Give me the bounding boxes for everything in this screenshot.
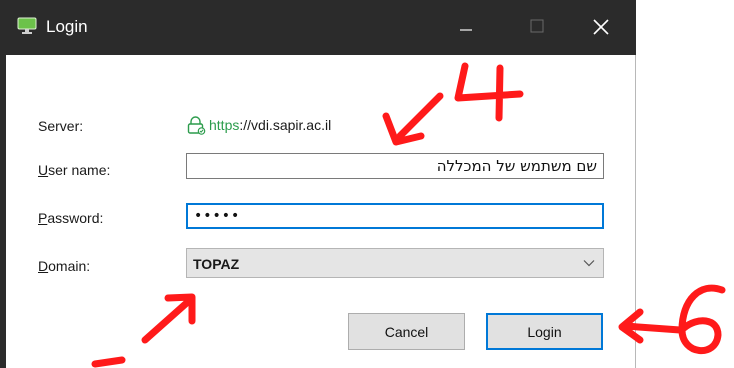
window-border-left (0, 55, 6, 368)
password-input[interactable] (186, 203, 604, 229)
domain-access-key: D (38, 258, 49, 274)
lock-icon (187, 116, 206, 135)
chevron-down-icon (583, 260, 595, 267)
close-button[interactable] (584, 10, 618, 44)
domain-label-text: omain: (48, 258, 91, 274)
title-bar: Login (0, 0, 636, 55)
user-name-label-text: ser name: (48, 162, 111, 178)
server-url: https ://vdi.sapir.ac.il (186, 114, 331, 136)
password-label: Password: (38, 210, 103, 226)
domain-selected-value: TOPAZ (193, 256, 240, 272)
window-border-right (635, 55, 636, 368)
user-name-access-key: U (38, 162, 49, 178)
user-name-input[interactable] (186, 153, 604, 179)
domain-label: Domain: (38, 258, 90, 274)
user-name-label: User name: (38, 162, 110, 178)
login-dialog: Server: https ://vdi.sapir.ac.il User na… (0, 55, 636, 368)
maximize-icon (530, 19, 544, 33)
minimize-icon (460, 29, 472, 31)
login-button[interactable]: Login (486, 313, 603, 350)
cancel-button[interactable]: Cancel (348, 313, 465, 350)
monitor-app-icon (17, 17, 37, 40)
minimize-button[interactable] (449, 10, 483, 44)
server-url-scheme: https (209, 117, 240, 133)
close-icon (593, 19, 609, 35)
password-access-key: P (38, 210, 48, 226)
server-label: Server: (38, 118, 84, 134)
window-title: Login (46, 17, 88, 36)
server-url-host: ://vdi.sapir.ac.il (239, 117, 332, 133)
password-label-text: assword: (47, 210, 104, 226)
annotation-step6-numeral (678, 284, 726, 354)
maximize-button[interactable] (520, 10, 554, 44)
domain-select[interactable]: TOPAZ (186, 248, 604, 278)
